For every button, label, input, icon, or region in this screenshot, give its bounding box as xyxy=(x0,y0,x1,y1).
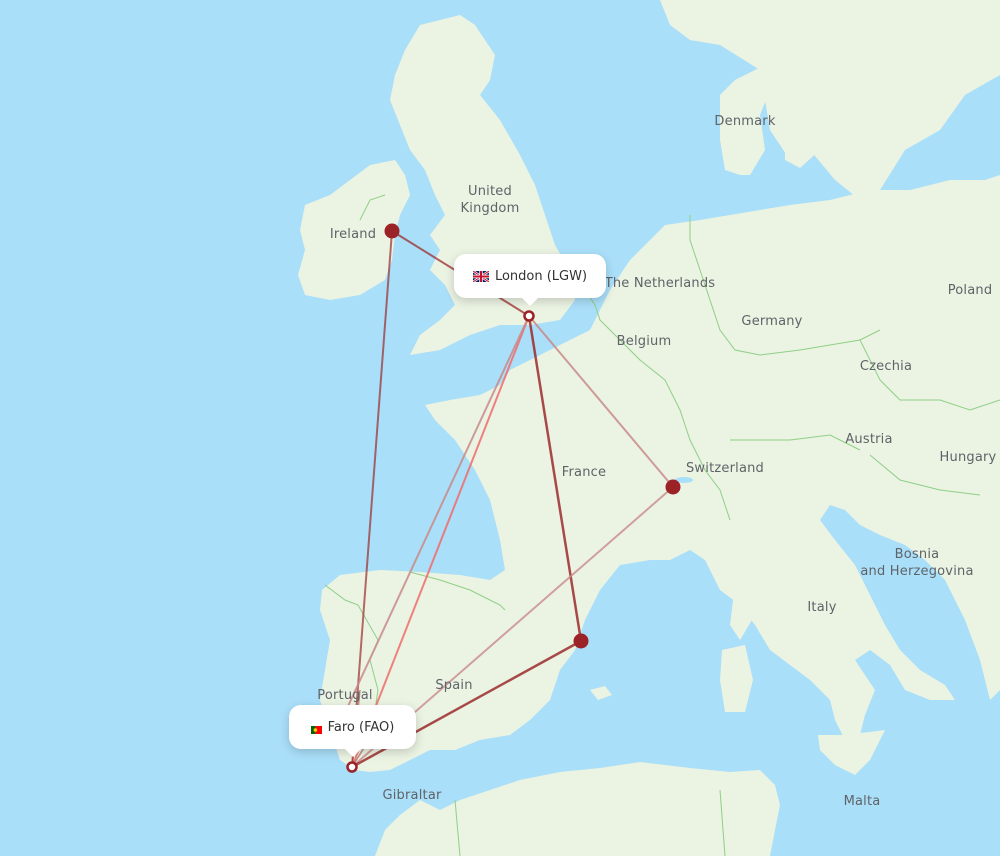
country-label-ireland: Ireland xyxy=(329,227,377,242)
country-label-united-kingdom: United Kingdom xyxy=(460,184,520,216)
routes-layer xyxy=(329,223,681,773)
country-label-bosnia-and-herzegovina: Bosnia and Herzegovina xyxy=(860,547,974,579)
country-label-denmark: Denmark xyxy=(714,114,776,129)
country-label-austria: Austria xyxy=(845,432,893,447)
country-label-belgium: Belgium xyxy=(616,334,672,349)
country-label-hungary: Hungary xyxy=(939,450,997,465)
country-label-portugal: Portugal xyxy=(317,688,373,703)
destination-airport-label: Faro (FAO) xyxy=(327,719,395,735)
country-label-malta: Malta xyxy=(843,794,881,809)
uk-flag-icon xyxy=(472,269,490,283)
country-label-switzerland: Switzerland xyxy=(685,461,765,476)
airport-marker-faro[interactable] xyxy=(346,761,358,773)
route-london-faro[interactable] xyxy=(329,315,530,746)
stopover-marker-dublin[interactable] xyxy=(384,223,400,239)
origin-airport-label: London (LGW) xyxy=(494,268,588,284)
portugal-flag-icon xyxy=(310,723,322,734)
country-label-poland: Poland xyxy=(947,283,993,298)
country-label-gibraltar: Gibraltar xyxy=(382,788,442,803)
country-label-spain: Spain xyxy=(435,678,473,693)
stopover-marker-barcelona[interactable] xyxy=(573,633,589,649)
origin-airport-tooltip[interactable]: London (LGW) xyxy=(454,254,606,306)
airport-marker-london[interactable] xyxy=(523,310,535,322)
country-label-the-netherlands: The Netherlands xyxy=(604,276,716,291)
country-label-czechia: Czechia xyxy=(859,359,913,374)
country-label-italy: Italy xyxy=(807,600,837,615)
stopover-marker-geneva[interactable] xyxy=(665,479,681,495)
country-label-germany: Germany xyxy=(741,314,803,329)
destination-airport-tooltip[interactable]: Faro (FAO) xyxy=(289,705,416,757)
country-label-france: France xyxy=(561,465,607,480)
route-london-faro[interactable] xyxy=(351,315,530,768)
